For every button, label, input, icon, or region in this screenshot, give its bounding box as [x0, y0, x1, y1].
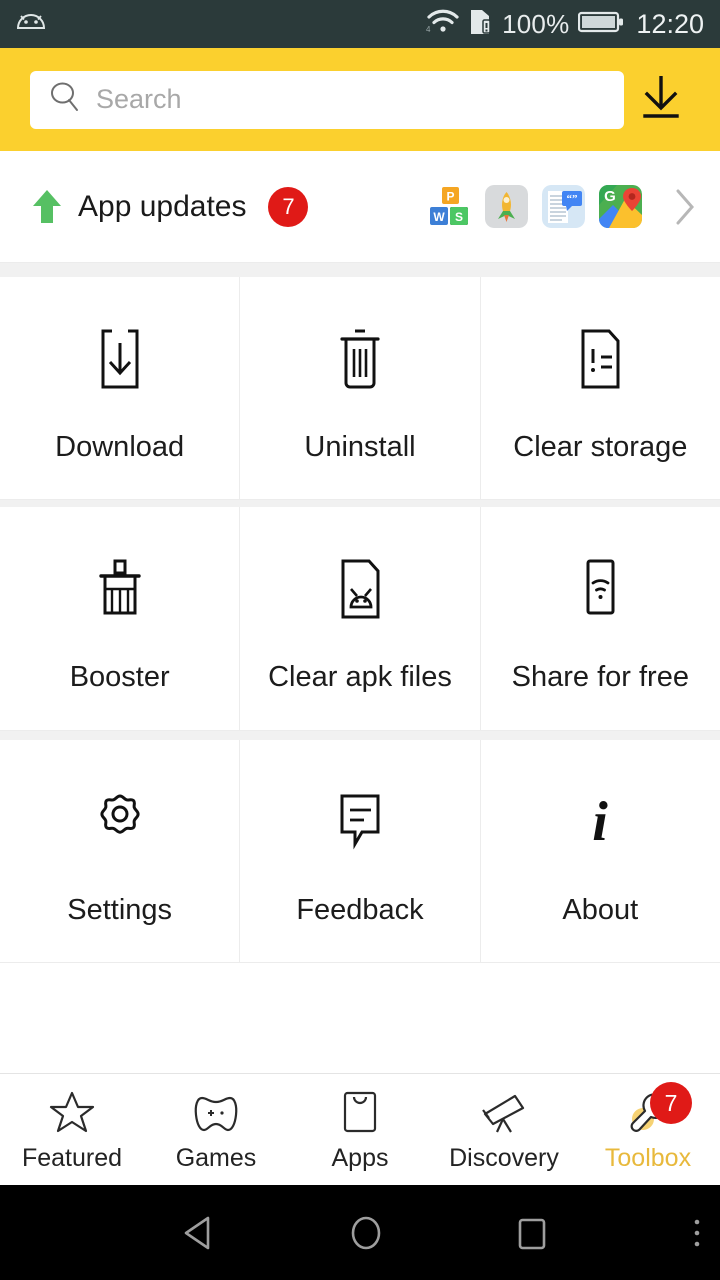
status-bar-clock: 12:20 — [636, 8, 704, 39]
tab-label: Discovery — [449, 1144, 559, 1172]
search-header: Search — [0, 48, 720, 151]
tool-label: Share for free — [511, 661, 689, 693]
file-download-icon — [89, 313, 151, 393]
recents-square-icon[interactable] — [512, 1212, 552, 1254]
tool-cell-share-free[interactable]: Share for free — [479, 507, 720, 730]
overflow-menu-icon[interactable] — [687, 1212, 707, 1254]
app-updates-row[interactable]: App updates 7 P W S “” G — [0, 151, 720, 263]
tool-grid-row: Download Uninstall Clear storage — [0, 277, 720, 499]
android-nav-bar — [0, 1185, 720, 1280]
gear-icon — [89, 776, 151, 856]
chevron-right-icon[interactable] — [672, 185, 698, 229]
tab-label: Games — [175, 1144, 257, 1172]
tab-label: Toolbox — [604, 1144, 692, 1172]
tool-grid: Download Uninstall Clear storage Booster… — [0, 277, 720, 963]
trash-icon — [329, 313, 391, 393]
tool-cell-booster[interactable]: Booster — [0, 507, 240, 730]
telescope-icon — [477, 1086, 531, 1138]
tool-cell-settings[interactable]: Settings — [0, 740, 240, 962]
back-triangle-icon[interactable] — [180, 1212, 220, 1254]
wrench-icon: 7 — [620, 1082, 692, 1138]
info-icon: i — [569, 776, 631, 856]
quotes-document-icon[interactable]: “” — [542, 185, 585, 228]
tool-label: Booster — [69, 661, 170, 693]
battery-full-icon — [578, 10, 624, 39]
section-gap-top — [0, 263, 720, 277]
tab-apps[interactable]: Apps — [288, 1074, 432, 1185]
home-circle-icon[interactable] — [345, 1210, 387, 1256]
gamepad-icon — [190, 1086, 242, 1138]
google-maps-icon[interactable]: G — [599, 185, 642, 228]
tool-cell-feedback[interactable]: Feedback — [239, 740, 480, 962]
tool-grid-row: Booster Clear apk files Share for free — [0, 507, 720, 730]
tool-cell-download[interactable]: Download — [0, 277, 240, 499]
tool-cell-clear-storage[interactable]: Clear storage — [479, 277, 720, 499]
tool-cell-uninstall[interactable]: Uninstall — [239, 277, 480, 499]
wps-office-icon[interactable]: P W S — [428, 185, 471, 228]
status-bar-left — [16, 12, 46, 37]
svg-text:4: 4 — [426, 25, 431, 34]
android-head-icon — [16, 12, 46, 37]
rocket-app-icon[interactable] — [485, 185, 528, 228]
tool-cell-clear-apk[interactable]: Clear apk files — [239, 507, 480, 730]
app-screen: 4 100% 12:20 Search App updates 7 P W S … — [0, 0, 720, 1280]
tool-label: Feedback — [296, 893, 424, 926]
svg-text:i: i — [593, 791, 609, 853]
tool-cell-about[interactable]: i About — [479, 740, 720, 962]
tab-games[interactable]: Games — [144, 1074, 288, 1185]
download-button[interactable] — [624, 70, 698, 129]
app-updates-icon-list: P W S “” G — [428, 185, 698, 229]
tool-grid-row: Settings Feedback i About — [0, 740, 720, 962]
search-input[interactable]: Search — [96, 84, 182, 115]
app-updates-badge: 7 — [268, 186, 309, 227]
search-bar[interactable]: Search — [30, 70, 624, 129]
toolbox-badge: 7 — [650, 1082, 692, 1124]
grid-row-gap — [0, 500, 720, 507]
status-bar: 4 100% 12:20 — [0, 0, 720, 48]
tool-label: Download — [55, 430, 185, 463]
bottom-tab-bar: Featured Games Apps Discovery 7 Toolbox — [0, 1073, 720, 1185]
tool-label: Uninstall — [304, 430, 416, 463]
star-icon — [47, 1086, 97, 1138]
file-warning-icon — [569, 313, 631, 393]
sim-card-icon — [469, 8, 493, 41]
tab-label: Apps — [331, 1144, 389, 1172]
download-icon — [635, 70, 687, 129]
tool-label: About — [562, 893, 639, 926]
svg-text:W: W — [433, 210, 445, 224]
tool-label: Clear apk files — [268, 661, 452, 693]
tool-label: Clear storage — [513, 430, 688, 463]
apk-file-icon — [329, 543, 391, 623]
svg-text:G: G — [604, 188, 616, 205]
tab-featured[interactable]: Featured — [0, 1074, 144, 1185]
wifi-icon: 4 — [426, 9, 460, 40]
phone-wifi-icon — [569, 543, 631, 623]
grid-row-gap — [0, 731, 720, 740]
battery-percent-text: 100% — [502, 9, 570, 39]
tool-label: Settings — [67, 893, 173, 926]
svg-text:S: S — [455, 210, 463, 224]
tab-discovery[interactable]: Discovery — [432, 1074, 576, 1185]
tab-label: Featured — [21, 1144, 123, 1172]
status-bar-right: 4 100% 12:20 — [426, 8, 704, 41]
broom-icon — [89, 543, 151, 623]
shopping-bag-icon — [337, 1086, 383, 1138]
search-icon — [48, 80, 82, 119]
arrow-up-icon — [30, 187, 64, 227]
content-filler — [0, 963, 720, 1073]
speech-bubble-icon — [329, 776, 391, 856]
app-updates-label: App updates — [78, 189, 247, 223]
svg-text:“”: “” — [567, 193, 578, 205]
tab-toolbox[interactable]: 7 Toolbox — [576, 1074, 720, 1185]
svg-text:P: P — [446, 190, 454, 204]
